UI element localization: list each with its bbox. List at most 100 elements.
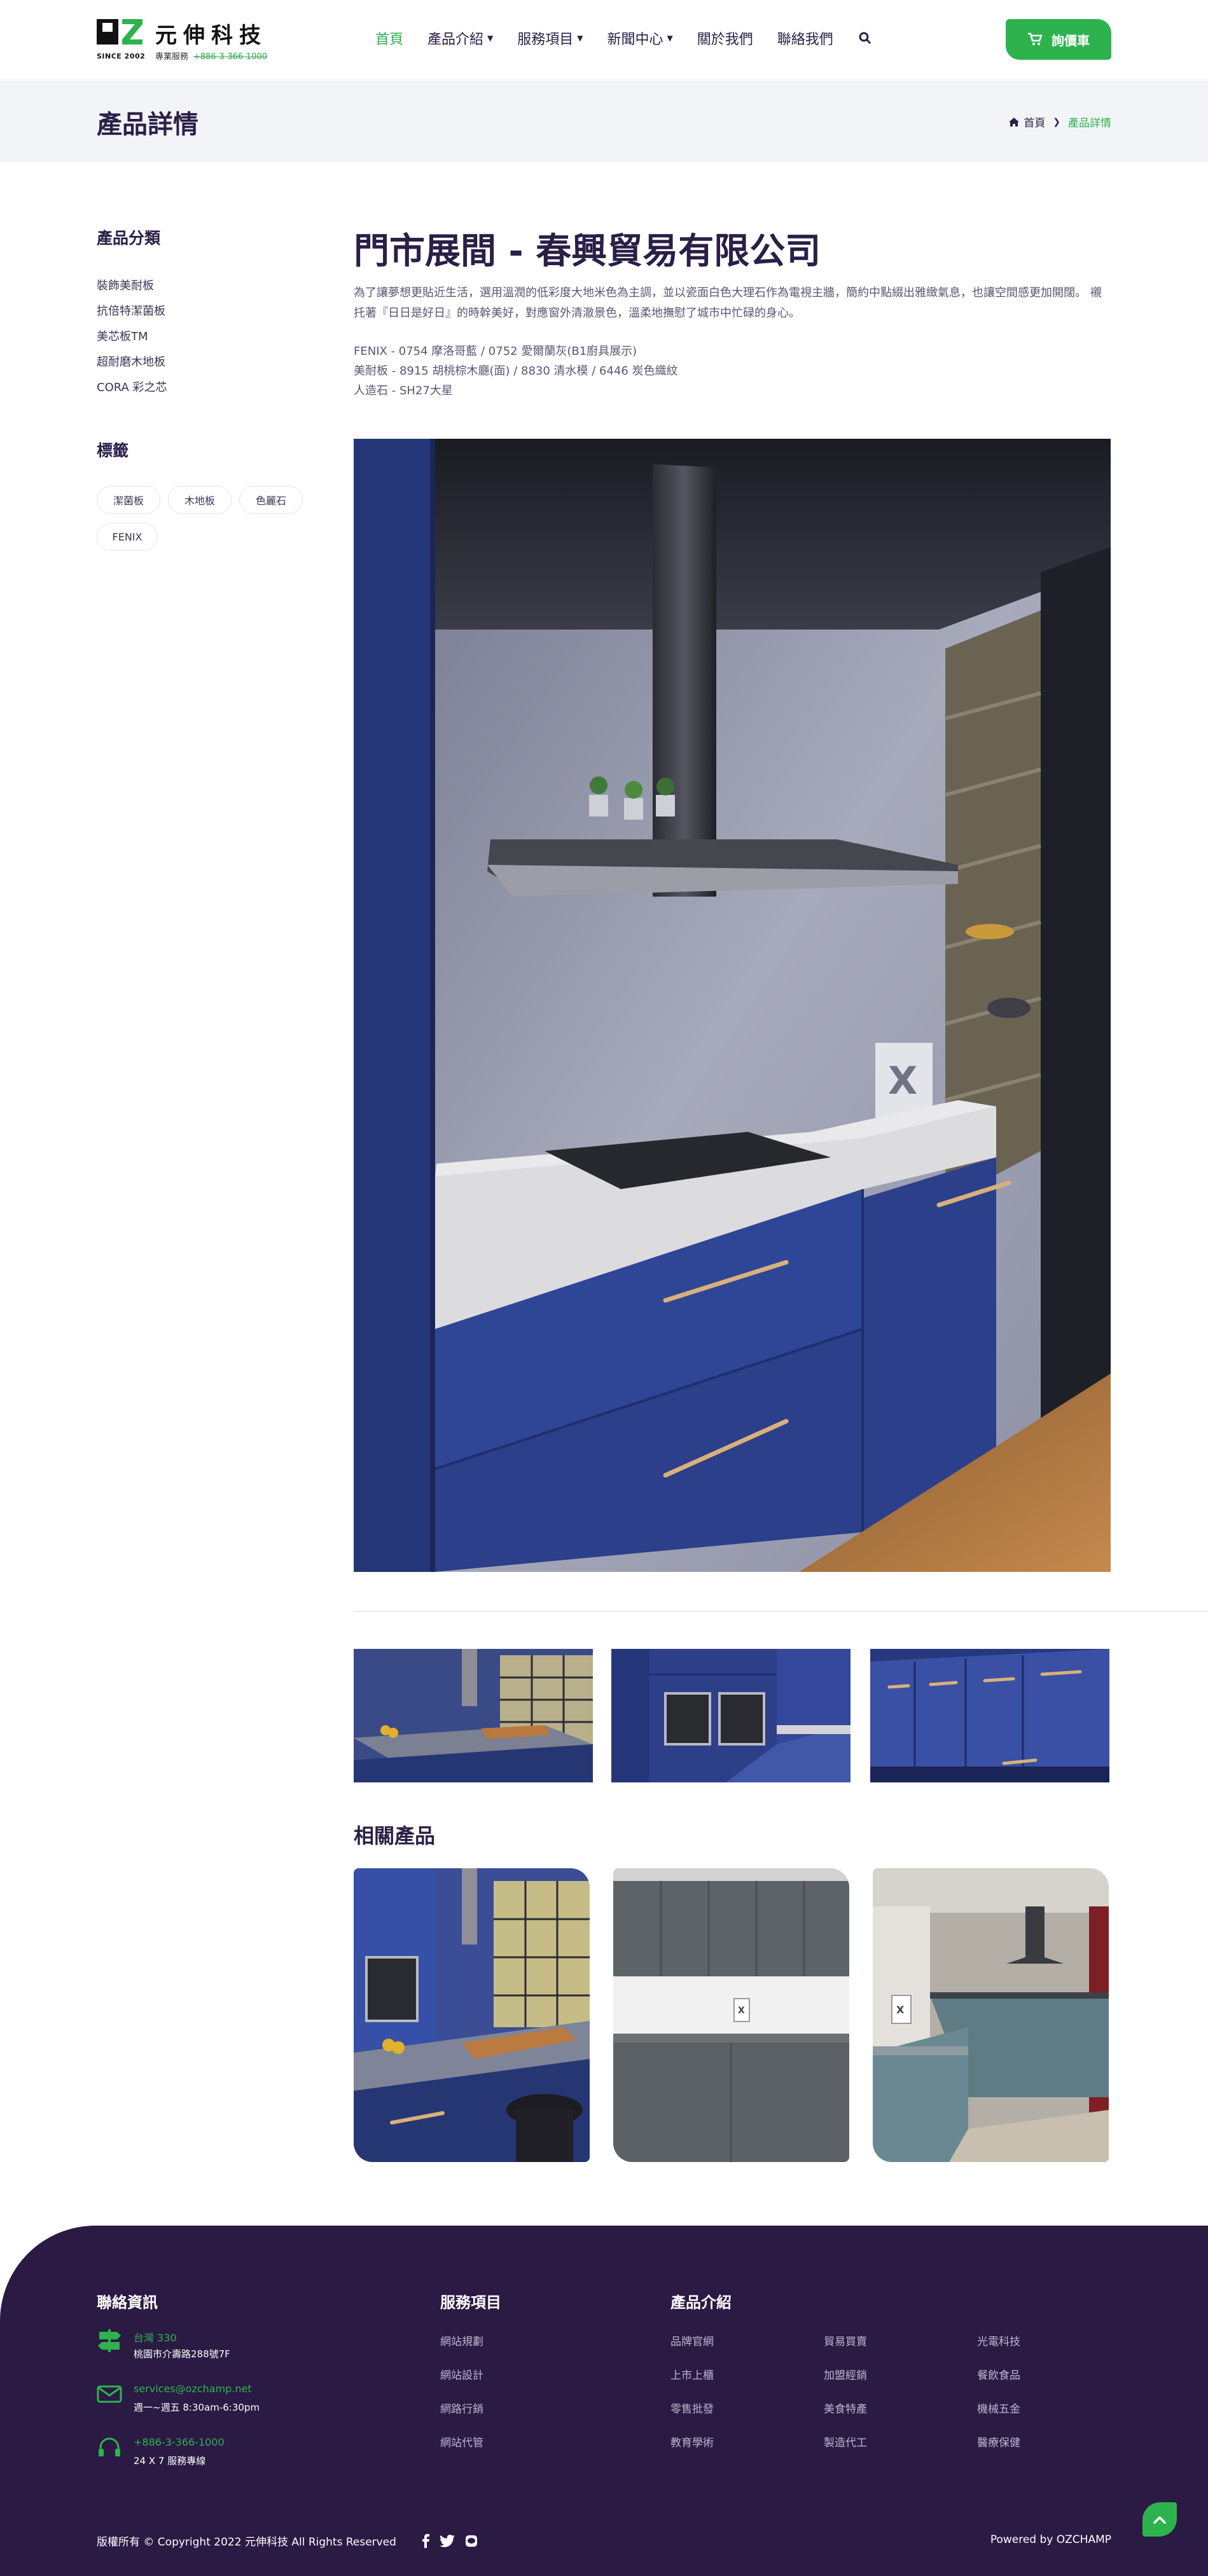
category-item[interactable]: 抗倍特潔菌板 (97, 299, 167, 324)
contact-phone[interactable]: +886-3-366-1000 24 X 7 服務專線 (97, 2435, 364, 2479)
home-icon (1009, 117, 1020, 127)
related-product-card[interactable] (354, 1868, 590, 2162)
footer-product-link[interactable]: 餐飲食品 (977, 2366, 1020, 2382)
categories-heading: 產品分類 (97, 229, 161, 247)
logo-tagline: 專業服務 +886-3-366-1000 (155, 50, 267, 62)
contact-email[interactable]: services@ozchamp.net 週一~週五 8:30am-6:30pm (97, 2381, 364, 2426)
blue-drawers-thumb-icon (870, 1649, 1109, 1782)
footer-service-link[interactable]: 網站設計 (440, 2366, 483, 2382)
svg-text:X: X (888, 1059, 917, 1103)
headset-icon (99, 2437, 120, 2456)
product-title: 門市展間 - 春興貿易有限公司 (354, 231, 821, 272)
cart-label: 詢價車 (1052, 32, 1090, 48)
page-title: 產品詳情 (97, 110, 198, 139)
tag-item[interactable]: 木地板 (168, 486, 232, 514)
contact-address-line1: 台灣 330 (134, 2332, 177, 2344)
contact-email-line2: 週一~週五 8:30am-6:30pm (134, 2402, 260, 2413)
teal-kitchen-photo-icon: X (873, 1868, 1109, 2162)
signpost-icon (98, 2329, 121, 2352)
footer-service-link[interactable]: 網路行銷 (440, 2400, 483, 2416)
logo-since: SINCE 2002 (97, 52, 146, 60)
footer-products-heading: 產品介紹 (670, 2294, 732, 2311)
chevron-down-icon: ▼ (667, 34, 673, 43)
gallery-thumbnail[interactable] (354, 1649, 593, 1782)
related-product-card[interactable]: X (613, 1868, 849, 2162)
chevron-up-icon (1153, 2516, 1166, 2524)
contact-phone-line1[interactable]: +886-3-366-1000 (134, 2436, 225, 2448)
section-divider (354, 1611, 1208, 1612)
footer-service-link[interactable]: 網站規劃 (440, 2332, 483, 2348)
footer-product-link[interactable]: 機械五金 (977, 2400, 1020, 2416)
grey-kitchen-photo-icon: X (613, 1868, 849, 2162)
footer-product-link[interactable]: 美食特產 (824, 2400, 867, 2416)
category-item[interactable]: CORA 彩之芯 (97, 375, 167, 401)
nav-services[interactable]: 服務項目 ▼ (517, 28, 583, 48)
contact-address-line2: 桃園市介壽路288號7F (134, 2348, 230, 2360)
nav-home-label: 首頁 (375, 32, 404, 48)
footer-bottom-bar: 版權所有 © Copyright 2022 元伸科技 All Rights Re… (97, 2533, 488, 2549)
breadcrumb-home[interactable]: 首頁 (1024, 114, 1045, 130)
tag-item[interactable]: FENIX (97, 523, 158, 551)
product-description: 為了讓夢想更貼近生活，選用溫潤的低彩度大地米色為主調，並以瓷面白色大理石作為電視… (354, 286, 1102, 320)
inquiry-cart-button[interactable]: 詢價車 (1006, 19, 1111, 60)
footer-product-link[interactable]: 品牌官網 (670, 2332, 714, 2348)
category-item[interactable]: 美芯板TM (97, 324, 167, 350)
gallery-thumbnail[interactable] (611, 1649, 850, 1782)
spec-line: 人造石 - SH27大星 (354, 384, 453, 397)
tag-item[interactable]: 色麗石 (239, 486, 303, 514)
footer-product-link[interactable]: 上市上櫃 (670, 2366, 714, 2382)
site-header: SINCE 2002 元伸科技 專業服務 +886-3-366-1000 首頁 產… (0, 0, 1208, 80)
copyright-text: 版權所有 © Copyright 2022 元伸科技 All Rights Re… (97, 2536, 396, 2549)
facebook-icon[interactable] (422, 2533, 429, 2548)
spec-line: 美耐板 - 8915 胡桃棕木廳(面) / 8830 清水模 / 6446 炭色… (354, 364, 678, 378)
footer-product-link[interactable]: 零售批發 (670, 2400, 714, 2416)
powered-by[interactable]: Powered by OZCHAMP (990, 2533, 1111, 2546)
svg-text:X: X (738, 2006, 745, 2016)
footer-product-link[interactable]: 加盟經銷 (824, 2366, 867, 2382)
nav-services-label: 服務項目 (517, 32, 574, 48)
contact-email-line1[interactable]: services@ozchamp.net (134, 2383, 252, 2395)
hero-kitchen-image[interactable]: X (354, 439, 1111, 1572)
kitchen-island-thumb-icon (354, 1649, 593, 1782)
nav-products[interactable]: 產品介紹 ▼ (427, 28, 493, 48)
nav-contact-label: 聯絡我們 (777, 32, 833, 48)
mail-icon (97, 2385, 122, 2403)
logo-mark-icon (97, 19, 142, 45)
chevron-right-icon: ❯ (1053, 116, 1060, 127)
category-item[interactable]: 裝飾美耐板 (97, 273, 167, 299)
nav-contact[interactable]: 聯絡我們 (777, 28, 833, 48)
chevron-down-icon: ▼ (487, 34, 494, 43)
social-links (422, 2533, 488, 2548)
footer-product-link[interactable]: 醫療保健 (977, 2434, 1020, 2449)
footer-product-link[interactable]: 製造代工 (824, 2434, 867, 2449)
nav-about[interactable]: 關於我們 (697, 28, 753, 48)
tags-heading: 標籤 (97, 441, 129, 460)
product-specs: FENIX - 0754 摩洛哥藍 / 0752 愛爾蘭灰(B1廚具展示) 美耐… (354, 341, 678, 401)
blue-kitchen-photo-icon (354, 1868, 590, 2162)
footer-product-link[interactable]: 貿易買賣 (824, 2332, 867, 2348)
kitchen-photo-icon: X (354, 439, 1111, 1572)
gallery-thumbnail[interactable] (870, 1649, 1109, 1782)
breadcrumb-current: 產品詳情 (1068, 117, 1111, 130)
category-item[interactable]: 超耐磨木地板 (97, 350, 167, 375)
tag-item[interactable]: 潔菌板 (97, 486, 160, 514)
nav-products-label: 產品介紹 (427, 32, 484, 48)
logo-phone: +886-3-366-1000 (193, 52, 267, 62)
nav-news[interactable]: 新聞中心 ▼ (607, 28, 673, 48)
footer-service-link[interactable]: 網站代管 (440, 2434, 483, 2449)
twitter-icon[interactable] (439, 2534, 455, 2547)
footer-product-link[interactable]: 教育學術 (670, 2434, 714, 2449)
footer-services-heading: 服務項目 (440, 2294, 501, 2311)
line-icon[interactable] (465, 2535, 478, 2547)
footer-product-link[interactable]: 光電科技 (977, 2332, 1020, 2348)
related-heading: 相關產品 (354, 1824, 436, 1848)
related-product-card[interactable]: X (873, 1868, 1109, 2162)
contact-phone-line2: 24 X 7 服務專線 (134, 2455, 206, 2467)
nav-home[interactable]: 首頁 (375, 28, 403, 48)
logo-name: 元伸科技 (155, 23, 267, 48)
contact-address: 台灣 330 桃園市介壽路288號7F (97, 2328, 364, 2373)
search-icon[interactable] (857, 31, 873, 46)
nav-news-label: 新聞中心 (607, 32, 663, 48)
main-nav: 首頁 產品介紹 ▼ 服務項目 ▼ 新聞中心 ▼ 關於我們 聯絡我們 (375, 25, 873, 51)
logo[interactable]: SINCE 2002 元伸科技 專業服務 +886-3-366-1000 (97, 18, 281, 64)
